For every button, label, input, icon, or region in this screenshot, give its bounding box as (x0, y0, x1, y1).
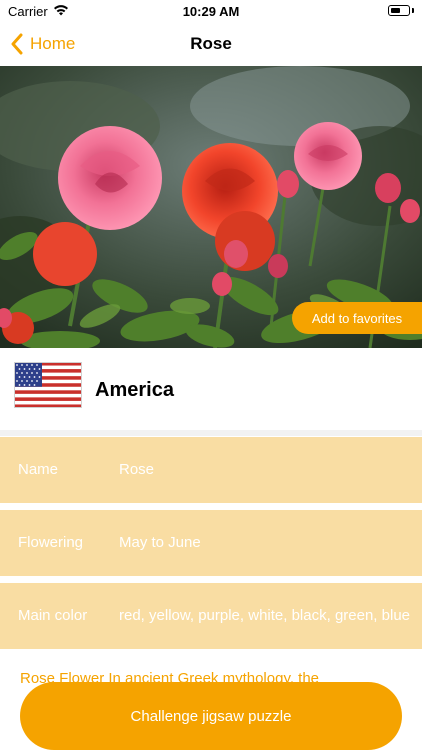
info-label: Flowering (18, 534, 84, 551)
info-value: Rose (119, 461, 155, 478)
info-row-name: Name Rose (0, 437, 422, 503)
info-value: red, yellow, purple, white, black, green… (119, 607, 410, 624)
rose-photo: Add to favorites (0, 66, 422, 348)
country-name: America (95, 379, 174, 401)
info-value: May to June (119, 534, 201, 551)
clock: 10:29 AM (182, 4, 240, 19)
info-label: Main color (18, 607, 88, 624)
info-label: Name (18, 461, 59, 478)
us-flag-icon (14, 362, 82, 408)
add-to-favorites-button[interactable]: Add to favorites (292, 302, 422, 334)
battery-tip (412, 8, 414, 13)
battery-icon (388, 5, 410, 16)
section-divider (0, 430, 422, 436)
status-bar: Carrier 10:29 AM (0, 0, 422, 22)
page-title: Rose (190, 34, 232, 53)
info-row-main-color: Main color red, yellow, purple, white, b… (0, 583, 422, 649)
navigation-bar: Home Rose (0, 22, 422, 66)
country-row: America (0, 348, 422, 430)
info-row-flowering: Flowering May to June (0, 510, 422, 576)
challenge-jigsaw-button[interactable]: Challenge jigsaw puzzle (20, 682, 402, 750)
